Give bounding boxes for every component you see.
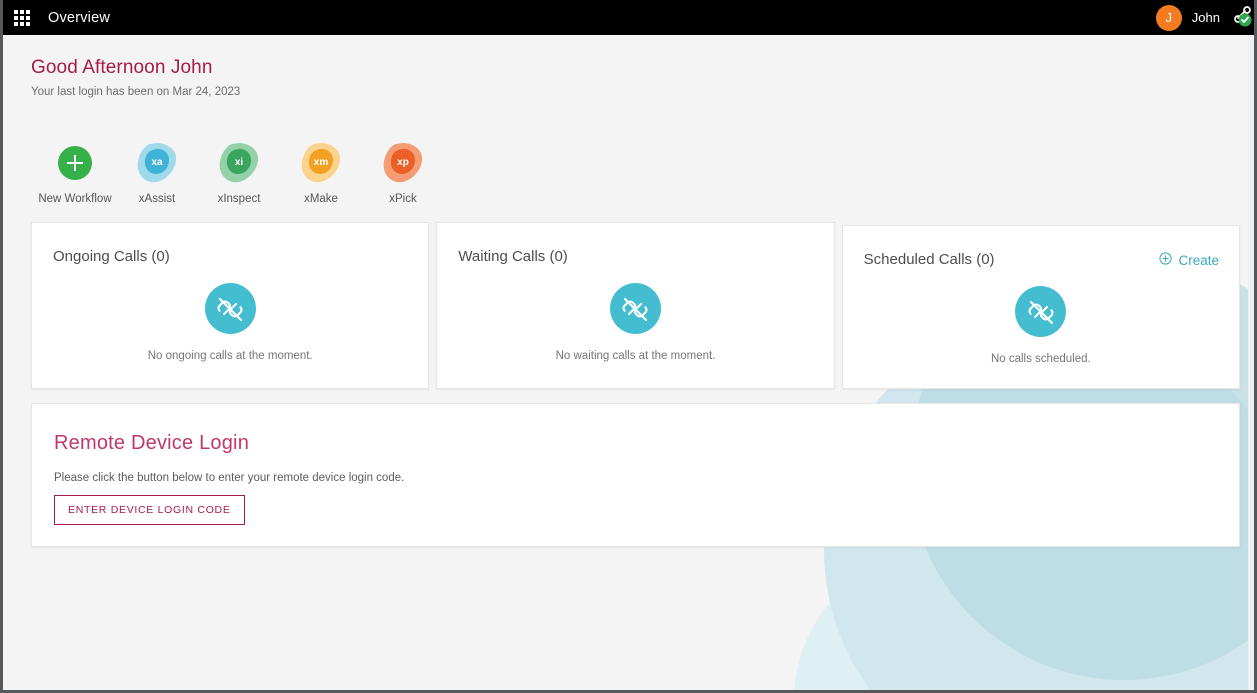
app-xassist[interactable]: xa xAssist — [116, 140, 198, 205]
card-title: Waiting Calls (0) — [458, 248, 568, 265]
page-content: Good Afternoon John Your last login has … — [3, 35, 1254, 690]
no-call-icon — [204, 283, 256, 334]
greeting-heading: Good Afternoon John — [31, 57, 213, 78]
app-label: xInspect — [217, 193, 261, 205]
app-label: xPick — [389, 193, 417, 205]
top-navigation-bar: Overview J John — [3, 0, 1254, 35]
card-empty-text: No calls scheduled. — [990, 353, 1091, 365]
card-empty-text: No ongoing calls at the moment. — [147, 350, 313, 362]
svg-text:xp: xp — [397, 157, 409, 168]
app-launcher-row: New Workflow xa xAssist xi xInspect xm x… — [34, 140, 444, 205]
avatar[interactable]: J — [1155, 4, 1182, 31]
create-label: Create — [1178, 252, 1219, 268]
card-title: Scheduled Calls (0) — [863, 251, 995, 268]
topbar-user-area: J John — [1155, 0, 1254, 35]
no-call-icon — [1015, 286, 1067, 337]
call-cards-row: Ongoing Calls (0) No ongoing calls at th… — [31, 222, 1240, 389]
grid-apps-icon[interactable] — [14, 9, 30, 26]
svg-text:xa: xa — [151, 157, 163, 168]
circle-plus-icon — [1159, 252, 1173, 268]
app-label: xAssist — [138, 193, 176, 205]
card-ongoing-calls: Ongoing Calls (0) No ongoing calls at th… — [31, 222, 430, 389]
no-call-icon — [609, 283, 661, 334]
enter-device-login-code-button[interactable]: ENTER DEVICE LOGIN CODE — [54, 495, 245, 525]
app-label: xMake — [304, 193, 338, 205]
app-new-workflow[interactable]: New Workflow — [34, 140, 116, 205]
app-xpick[interactable]: xp xPick — [362, 140, 444, 205]
plus-icon — [52, 140, 98, 186]
create-scheduled-call-button[interactable]: Create — [1159, 252, 1219, 268]
blob-icon-xassist: xa — [134, 140, 180, 186]
remote-device-login-title: Remote Device Login — [54, 432, 250, 454]
card-body: No ongoing calls at the moment. — [32, 283, 428, 362]
card-empty-text: No waiting calls at the moment. — [555, 350, 716, 362]
svg-text:xm: xm — [314, 157, 329, 168]
app-label: New Workflow — [38, 193, 112, 205]
blob-icon-xinspect: xi — [216, 140, 262, 186]
remote-device-login-description: Please click the button below to enter y… — [54, 472, 405, 484]
user-name-label[interactable]: John — [1192, 10, 1220, 25]
app-xmake[interactable]: xm xMake — [280, 140, 362, 205]
card-waiting-calls: Waiting Calls (0) No waiting calls at th… — [436, 222, 835, 389]
card-body: No waiting calls at the moment. — [437, 283, 833, 362]
svg-text:xi: xi — [235, 157, 244, 168]
last-login-text: Your last login has been on Mar 24, 2023 — [31, 86, 241, 98]
vertical-scrollbar[interactable] — [1248, 35, 1254, 690]
card-title: Ongoing Calls (0) — [53, 248, 170, 265]
connection-status-icon[interactable] — [1234, 5, 1254, 30]
blob-icon-xpick: xp — [380, 140, 426, 186]
app-xinspect[interactable]: xi xInspect — [198, 140, 280, 205]
app-window: Overview J John Good Afternoon John Your… — [0, 0, 1257, 693]
card-scheduled-calls: Scheduled Calls (0) Create No calls sche… — [841, 225, 1240, 389]
remote-device-login-card: Remote Device Login Please click the but… — [31, 403, 1240, 547]
page-title: Overview — [48, 9, 111, 26]
card-body: No calls scheduled. — [843, 286, 1239, 365]
blob-icon-xmake: xm — [298, 140, 344, 186]
